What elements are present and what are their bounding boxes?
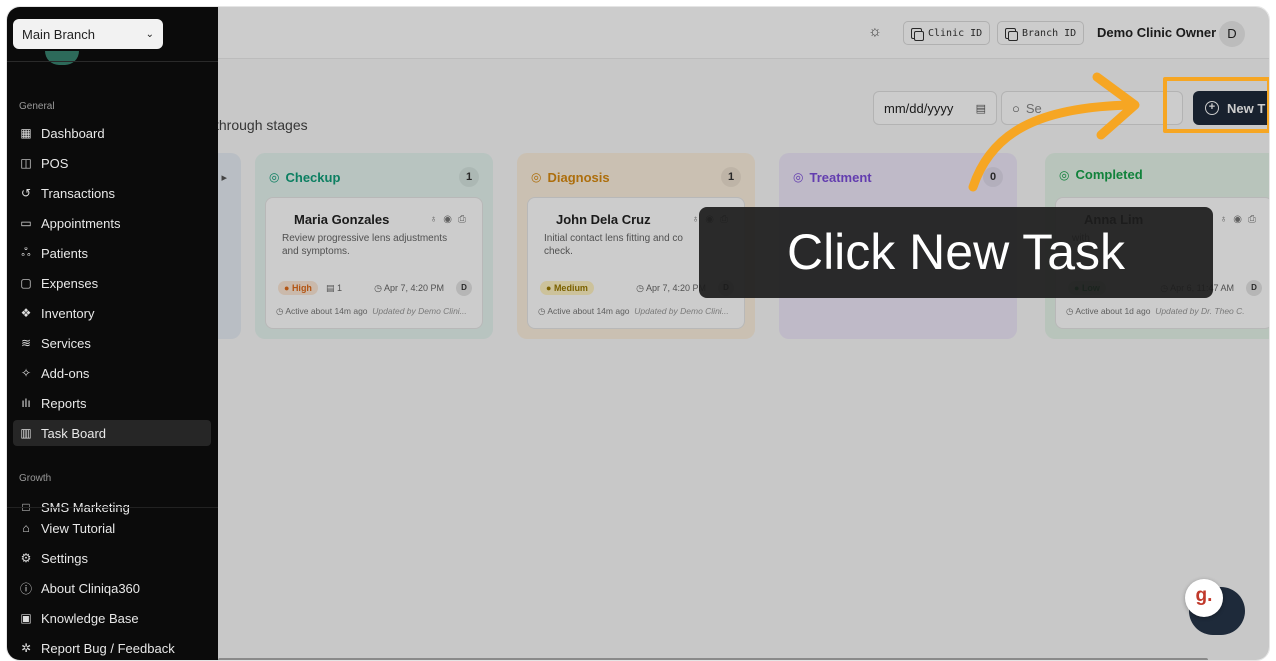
tutorial-caption: Click New Task	[699, 207, 1213, 298]
pointer-arrow-icon	[968, 72, 1140, 192]
screen-frame: ☼ Clinic ID Branch ID Demo Clinic Owner …	[6, 6, 1270, 661]
chat-widget-badge[interactable]: g.	[1185, 579, 1223, 617]
